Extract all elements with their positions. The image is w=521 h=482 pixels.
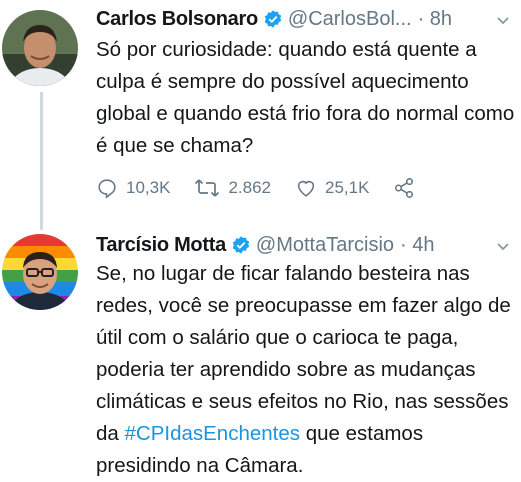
retweet-button[interactable]: 2.862: [194, 177, 271, 199]
avatar-tarcisio[interactable]: [2, 234, 78, 310]
author-name[interactable]: Tarcísio Motta: [96, 234, 226, 257]
verified-badge-icon: [263, 9, 283, 29]
chevron-down-icon[interactable]: [495, 238, 511, 254]
thread-connector-line: [40, 92, 43, 230]
reply-button[interactable]: 10,3K: [96, 177, 170, 199]
share-button[interactable]: [393, 177, 423, 199]
tweet-timestamp[interactable]: · 8h: [418, 8, 452, 31]
chevron-down-icon[interactable]: [495, 12, 511, 28]
tweet-text: Só por curiosidade: quando está quente a…: [96, 38, 515, 157]
author-handle[interactable]: @MottaTarcisio: [256, 234, 394, 257]
reply-icon: [98, 179, 116, 199]
tweet-2-header: Tarcísio Motta @MottaTarcisio · 4h: [96, 228, 435, 262]
like-icon: [297, 180, 315, 197]
tweet-text-part: Se, no lugar de ficar falando besteira n…: [96, 262, 511, 445]
retweet-icon: [195, 179, 220, 197]
tweet-text: Se, no lugar de ficar falando besteira n…: [96, 258, 516, 482]
author-handle[interactable]: @CarlosBol...: [288, 8, 412, 31]
verified-badge-icon: [231, 235, 251, 255]
tweet-actions: 10,3K 2.862 25,1K: [96, 174, 447, 202]
author-name[interactable]: Carlos Bolsonaro: [96, 8, 258, 31]
share-icon: [395, 178, 414, 198]
retweet-count: 2.862: [228, 178, 271, 197]
hashtag-link[interactable]: #CPIdasEnchentes: [125, 422, 301, 445]
like-button[interactable]: 25,1K: [295, 177, 369, 199]
like-count: 25,1K: [324, 178, 370, 197]
avatar-carlos[interactable]: [2, 10, 78, 86]
tweet-timestamp[interactable]: · 4h: [400, 234, 434, 257]
tweet-1-header: Carlos Bolsonaro @CarlosBol... · 8h: [96, 2, 452, 36]
reply-count: 10,3K: [126, 178, 171, 197]
